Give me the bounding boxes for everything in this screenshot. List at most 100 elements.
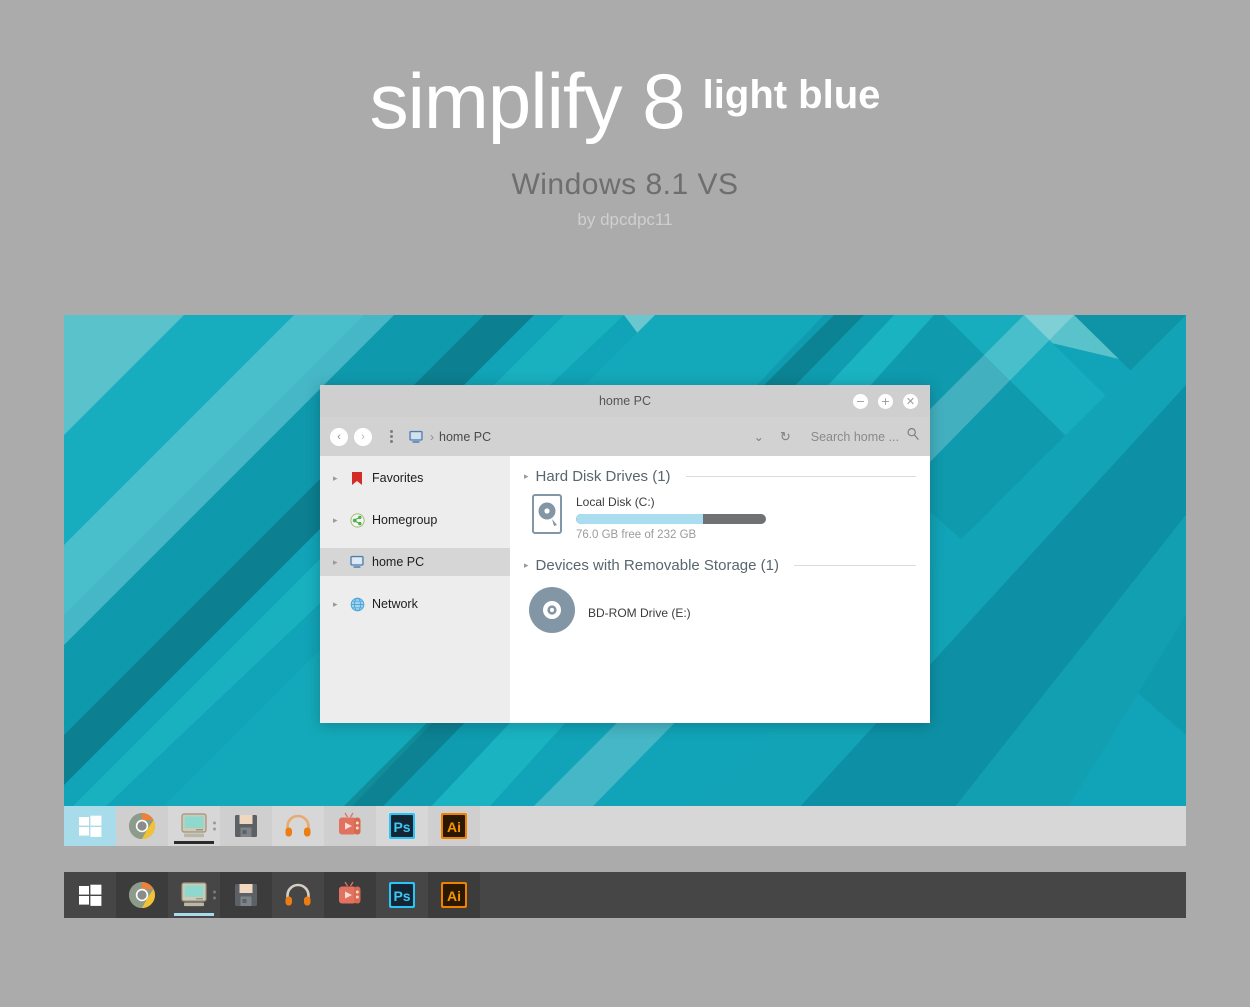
expand-arrow-icon[interactable]: ▸	[333, 515, 342, 526]
sidebar-item-homegroup[interactable]: ▸ Homegroup	[320, 506, 510, 534]
sidebar-item-favorites[interactable]: ▸ Favorites	[320, 464, 510, 492]
headphones-icon	[283, 880, 313, 910]
expand-arrow-icon[interactable]: ▸	[524, 560, 529, 571]
expand-arrow-icon[interactable]: ▸	[333, 557, 342, 568]
svg-text:Ps: Ps	[393, 819, 410, 835]
navigation-right: ⌄ ↻ Search home ...	[746, 427, 920, 446]
computer-icon	[179, 811, 209, 841]
floppy-disk-icon	[231, 880, 261, 910]
illustrator-icon: Ai	[439, 880, 469, 910]
sidebar-item-home-pc[interactable]: ▸ home PC	[320, 548, 510, 576]
taskbar-item-save[interactable]	[220, 872, 272, 918]
headphones-icon	[283, 811, 313, 841]
svg-text:Ps: Ps	[393, 888, 410, 904]
group-header-removable-storage[interactable]: ▸ Devices with Removable Storage (1)	[524, 557, 916, 574]
disk-usage-bar	[576, 514, 766, 524]
floppy-disk-icon	[231, 811, 261, 841]
sidebar-item-label: Homegroup	[372, 513, 438, 527]
computer-icon	[408, 429, 424, 445]
sidebar-item-network[interactable]: ▸ Network	[320, 590, 510, 618]
file-list-pane: ▸ Hard Disk Drives (1) Local Disk (C:) 7…	[510, 456, 930, 723]
drive-name: Local Disk (C:)	[576, 495, 655, 509]
disk-usage-fill	[576, 514, 704, 524]
breadcrumb-separator: ›	[430, 429, 434, 444]
globe-icon	[349, 596, 365, 612]
close-button[interactable]: ✕	[903, 393, 918, 409]
sidebar-item-label: Favorites	[372, 471, 424, 485]
back-button[interactable]: ‹	[330, 427, 348, 446]
tv-player-icon	[335, 880, 365, 910]
taskbar-item-save[interactable]	[220, 806, 272, 846]
group-title: Hard Disk Drives (1)	[535, 468, 671, 485]
list-item[interactable]: BD-ROM Drive (E:)	[524, 586, 916, 639]
page-title-accent: light blue	[702, 73, 881, 117]
chrome-icon	[127, 811, 157, 841]
taskbar-item-audio[interactable]	[272, 806, 324, 846]
window-title: home PC	[598, 394, 652, 408]
page-subtitle: Windows 8.1 VS	[511, 168, 739, 201]
expand-arrow-icon[interactable]: ▸	[333, 599, 342, 610]
expand-arrow-icon[interactable]: ▸	[524, 471, 529, 482]
navigation-pane: ▸ Favorites ▸ Homegroup ▸ home PC ▸ Netw…	[320, 456, 510, 723]
computer-icon	[349, 554, 365, 570]
optical-disc-icon	[528, 586, 576, 639]
windows-logo-icon	[75, 880, 105, 910]
illustrator-icon: Ai	[439, 811, 469, 841]
minimize-button[interactable]: −	[853, 393, 868, 409]
navigation-toolbar: ‹ › › home PC ⌄ ↻ Search home ...	[320, 417, 930, 456]
sidebar-item-label: Network	[372, 597, 418, 611]
group-divider	[793, 565, 916, 566]
chevron-down-icon[interactable]: ⌄	[746, 430, 772, 444]
drive-capacity: 76.0 GB free of 232 GB	[576, 529, 697, 541]
start-button[interactable]	[64, 872, 116, 918]
taskbar-item-photoshop[interactable]: Ps	[376, 806, 428, 846]
taskbar-item-illustrator[interactable]: Ai	[428, 872, 480, 918]
overflow-dots-icon[interactable]	[383, 428, 399, 446]
share-icon	[349, 512, 365, 528]
photoshop-icon: Ps	[387, 811, 417, 841]
drive-details: Local Disk (C:) 76.0 GB free of 232 GB	[576, 493, 766, 541]
windows-logo-icon	[75, 811, 105, 841]
computer-icon	[179, 880, 209, 910]
refresh-icon[interactable]: ↻	[772, 429, 799, 445]
taskbar-item-illustrator[interactable]: Ai	[428, 806, 480, 846]
sidebar-item-label: home PC	[372, 555, 425, 569]
overflow-dots-icon[interactable]	[213, 890, 216, 900]
search-input[interactable]: Search home ...	[811, 427, 920, 446]
window-controls: − + ✕	[853, 385, 918, 417]
taskbar-item-explorer[interactable]	[168, 872, 220, 918]
search-icon[interactable]	[906, 427, 920, 446]
taskbar-item-media[interactable]	[324, 872, 376, 918]
window-titlebar[interactable]: home PC − + ✕	[320, 385, 930, 417]
list-item[interactable]: Local Disk (C:) 76.0 GB free of 232 GB	[524, 493, 916, 541]
taskbar-item-audio[interactable]	[272, 872, 324, 918]
tv-player-icon	[335, 811, 365, 841]
window-body: ▸ Favorites ▸ Homegroup ▸ home PC ▸ Netw…	[320, 456, 930, 723]
start-button[interactable]	[64, 806, 116, 846]
taskbar-item-explorer[interactable]	[168, 806, 220, 846]
group-header-hard-disk-drives[interactable]: ▸ Hard Disk Drives (1)	[524, 468, 916, 485]
maximize-button[interactable]: +	[878, 393, 893, 409]
taskbar-item-photoshop[interactable]: Ps	[376, 872, 428, 918]
file-explorer-window[interactable]: home PC − + ✕ ‹ › › home PC ⌄ ↻ Search h…	[320, 385, 930, 723]
taskbar-dark[interactable]: Ps Ai	[64, 872, 1186, 918]
taskbar-light[interactable]: Ps Ai	[64, 806, 1186, 846]
group-divider	[685, 476, 916, 477]
overflow-dots-icon[interactable]	[213, 821, 216, 831]
hard-disk-icon	[530, 493, 564, 540]
group-title: Devices with Removable Storage (1)	[535, 557, 779, 574]
svg-text:Ai: Ai	[447, 888, 461, 904]
search-placeholder: Search home ...	[810, 429, 899, 444]
forward-button[interactable]: ›	[354, 427, 372, 446]
expand-arrow-icon[interactable]: ▸	[333, 473, 342, 484]
chrome-icon	[127, 880, 157, 910]
bookmark-icon	[349, 470, 365, 486]
svg-text:Ai: Ai	[447, 819, 461, 835]
photoshop-icon: Ps	[387, 880, 417, 910]
taskbar-item-chrome[interactable]	[116, 872, 168, 918]
breadcrumb[interactable]: home PC	[439, 430, 491, 444]
page-header: simplify 8 light blue Windows 8.1 VS by …	[0, 0, 1250, 230]
taskbar-item-chrome[interactable]	[116, 806, 168, 846]
taskbar-item-media[interactable]	[324, 806, 376, 846]
page-byline: by dpcdpc11	[577, 210, 673, 229]
